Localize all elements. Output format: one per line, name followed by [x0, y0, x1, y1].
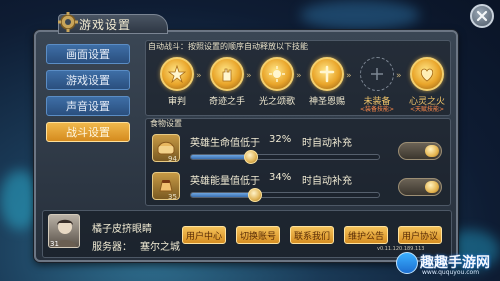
server-label: 服务器：	[92, 242, 132, 253]
user-center-button[interactable]: 用户中心	[182, 226, 226, 244]
user-agreement-button[interactable]: 用户协议	[398, 226, 442, 244]
server-name: 塞尔之城	[140, 242, 180, 253]
watermark-url: www.ququyou.com	[422, 269, 480, 276]
energy-threshold-label: 英雄能量值低于	[190, 176, 260, 187]
watermark-logo-icon	[396, 252, 418, 274]
light-skill-icon	[269, 66, 285, 82]
skill-slot-judgment[interactable]	[160, 57, 194, 91]
hp-auto-toggle[interactable]	[398, 142, 442, 160]
slider-fill	[191, 193, 255, 197]
skill-label: 光之颂歌	[258, 97, 295, 107]
toggle-knob	[425, 145, 439, 157]
tab-graphics-settings[interactable]: 画面设置	[46, 44, 130, 64]
skill-slot-empty[interactable]	[360, 57, 394, 91]
bread-icon	[157, 141, 175, 155]
food-settings-title: 食物设置	[150, 119, 182, 128]
empty-slot-icon	[371, 68, 383, 80]
sequence-arrow-icon: »	[346, 71, 352, 81]
hp-threshold-value: 32%	[269, 134, 292, 145]
tab-game-settings[interactable]: 游戏设置	[46, 70, 130, 90]
auto-battle-hint: 自动战斗：按照设置的顺序自动释放以下技能	[148, 42, 308, 51]
hp-threshold-label: 英雄生命值低于	[190, 138, 260, 149]
skill-slot-light-hymn[interactable]	[260, 57, 294, 91]
skill-label: 神圣恩赐	[308, 97, 345, 107]
gear-icon	[58, 12, 78, 32]
energy-threshold-value: 34%	[269, 172, 292, 183]
skill-sub-label: <装备技能>	[359, 106, 395, 113]
sequence-arrow-icon: »	[296, 71, 302, 81]
energy-food-count: 35	[168, 193, 177, 201]
switch-account-button[interactable]: 切换账号	[236, 226, 280, 244]
maintenance-notice-button[interactable]: 维护公告	[344, 226, 388, 244]
tab-battle-settings[interactable]: 战斗设置	[46, 122, 130, 142]
contact-us-button[interactable]: 联系我们	[290, 226, 334, 244]
energy-auto-toggle[interactable]	[398, 178, 442, 196]
pudding-icon	[159, 180, 173, 192]
player-level: 31	[50, 240, 59, 248]
holy-skill-icon	[319, 65, 335, 83]
page-title: 游戏设置	[79, 17, 132, 32]
judgment-skill-icon	[168, 65, 186, 83]
background-glow	[300, 0, 420, 30]
player-name: 橘子皮挤眼睛	[92, 224, 152, 235]
skill-slot-miracle-hand[interactable]	[210, 57, 244, 91]
skill-label: 审判	[167, 97, 186, 107]
hand-skill-icon	[222, 68, 232, 82]
close-icon	[476, 10, 488, 22]
toggle-knob	[425, 181, 439, 193]
energy-threshold-slider[interactable]	[190, 192, 380, 198]
skill-sub-label: <天赋技能>	[409, 106, 445, 113]
energy-threshold-suffix: 时自动补充	[302, 176, 352, 187]
version-text: v0.11.120.189.113	[377, 246, 425, 252]
tab-sound-settings[interactable]: 声音设置	[46, 96, 130, 116]
close-button[interactable]	[470, 4, 494, 28]
hp-threshold-suffix: 时自动补充	[302, 138, 352, 149]
panel-title-tab: 游戏设置	[58, 12, 168, 34]
skill-slot-holy-gift[interactable]	[310, 57, 344, 91]
hp-food-count: 94	[168, 155, 177, 163]
sequence-arrow-icon: »	[396, 71, 402, 81]
slider-handle[interactable]	[243, 150, 258, 164]
skill-slot-heart-fire[interactable]	[410, 57, 444, 91]
skill-label: 奇迹之手	[208, 97, 245, 107]
sequence-arrow-icon: »	[246, 71, 252, 81]
sequence-arrow-icon: »	[196, 71, 202, 81]
heart-fire-skill-icon	[420, 68, 434, 82]
hp-threshold-slider[interactable]	[190, 154, 380, 160]
slider-fill	[191, 155, 252, 159]
slider-handle[interactable]	[247, 188, 262, 202]
